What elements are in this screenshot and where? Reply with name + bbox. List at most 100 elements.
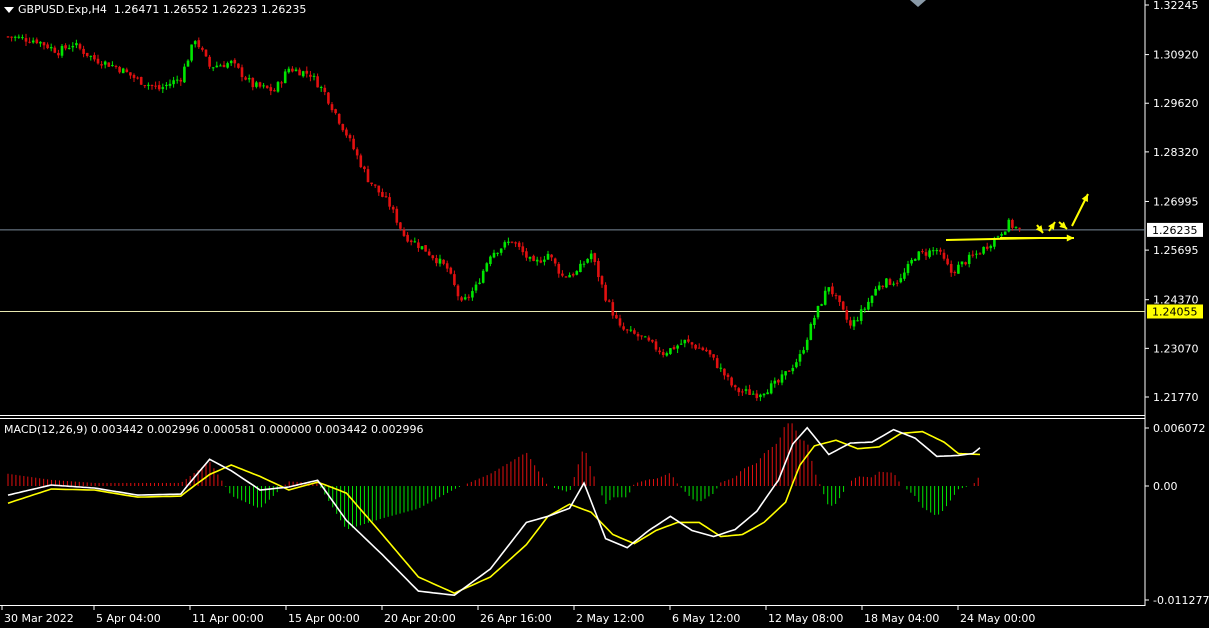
candle-body	[60, 45, 64, 56]
price-tick-label: 1.28320	[1153, 146, 1199, 159]
candle-body	[852, 320, 856, 327]
candle-body	[208, 56, 211, 67]
candle-body	[449, 267, 453, 274]
candle-body	[57, 52, 60, 56]
candle-body	[625, 329, 629, 331]
candle-body	[21, 37, 24, 39]
candle-body	[413, 241, 417, 243]
candle-body	[121, 68, 125, 74]
candle-body	[467, 296, 471, 298]
candle-body	[298, 69, 301, 76]
candle-body	[255, 82, 258, 87]
candle-body	[733, 385, 737, 388]
macd-tick-label: 0.006072	[1153, 422, 1206, 435]
candle-body	[71, 45, 75, 48]
candle-body	[575, 271, 579, 275]
candle-body	[719, 367, 723, 369]
candle-body	[229, 60, 233, 64]
time-tick-label: 5 Apr 04:00	[96, 612, 161, 625]
candle-body	[1003, 231, 1007, 235]
candle-body	[244, 77, 247, 80]
candle-body	[831, 286, 834, 295]
candle-body	[647, 337, 651, 341]
candle-body	[672, 347, 676, 350]
candle-body	[643, 336, 647, 338]
candle-body	[154, 85, 157, 87]
candle-body	[521, 246, 525, 253]
candle-body	[370, 182, 373, 185]
candle-body	[273, 90, 276, 92]
candle-body	[611, 302, 615, 316]
candle-body	[996, 236, 1000, 238]
price-tick-label: 1.32245	[1153, 0, 1199, 12]
candle-body	[175, 79, 179, 81]
candle-body	[798, 354, 802, 362]
candle-body	[654, 341, 658, 350]
candle-body	[532, 255, 535, 261]
macd-tick-label: -0.011277	[1153, 594, 1209, 607]
candle-body	[593, 253, 597, 262]
candle-body	[276, 82, 280, 92]
candle-body	[388, 197, 391, 207]
candle-body	[147, 84, 150, 86]
candle-body	[96, 58, 100, 64]
candle-body	[136, 77, 139, 79]
candle-body	[694, 344, 697, 349]
macd-header: MACD(12,26,9) 0.003442 0.002996 0.000581…	[4, 423, 424, 436]
candle-body	[633, 330, 636, 334]
candle-body	[571, 274, 575, 276]
candle-body	[870, 295, 874, 303]
candle-body	[46, 44, 49, 49]
candle-body	[13, 36, 17, 38]
candle-body	[474, 284, 478, 291]
time-tick-label: 24 May 00:00	[960, 612, 1035, 625]
candle-body	[172, 80, 175, 85]
candle-body	[478, 282, 481, 284]
candle-body	[489, 256, 492, 264]
candle-body	[204, 49, 208, 57]
candle-body	[705, 349, 708, 352]
candle-body	[399, 222, 402, 229]
candle-body	[211, 67, 215, 69]
candle-body	[197, 40, 201, 48]
candle-body	[874, 288, 877, 296]
candle-body	[373, 184, 377, 186]
candle-body	[168, 83, 172, 86]
candle-body	[226, 63, 229, 68]
candle-body	[769, 383, 773, 394]
macd-tick-label: 0.00	[1153, 480, 1178, 493]
candle-body	[773, 380, 777, 384]
candle-body	[499, 248, 503, 253]
candle-body	[579, 263, 582, 273]
candle-body	[125, 69, 129, 73]
candle-body	[892, 283, 895, 285]
candle-body	[107, 62, 111, 67]
candle-body	[978, 253, 982, 255]
candle-body	[305, 70, 309, 74]
candle-body	[161, 87, 165, 89]
svg-text:1.26235: 1.26235	[1152, 224, 1198, 237]
candle-body	[708, 350, 712, 355]
candle-body	[1014, 226, 1018, 228]
candle-body	[795, 362, 798, 368]
candle-body	[546, 253, 550, 260]
candle-body	[507, 241, 510, 243]
candle-body	[586, 258, 589, 263]
candle-body	[251, 77, 255, 88]
candle-body	[730, 377, 733, 386]
dropdown-triangle-icon[interactable]	[4, 7, 14, 13]
candle-body	[816, 305, 820, 318]
candle-body	[766, 392, 769, 395]
candle-body	[319, 87, 323, 89]
candle-body	[395, 208, 399, 223]
candle-body	[665, 353, 669, 356]
candle-body	[967, 254, 971, 264]
candle-body	[442, 259, 445, 264]
candle-body	[186, 60, 190, 67]
candle-body	[942, 252, 946, 259]
candle-body	[237, 63, 240, 68]
candle-body	[460, 297, 463, 301]
candle-body	[132, 74, 136, 78]
candle-body	[417, 242, 420, 248]
candle-body	[179, 79, 183, 82]
